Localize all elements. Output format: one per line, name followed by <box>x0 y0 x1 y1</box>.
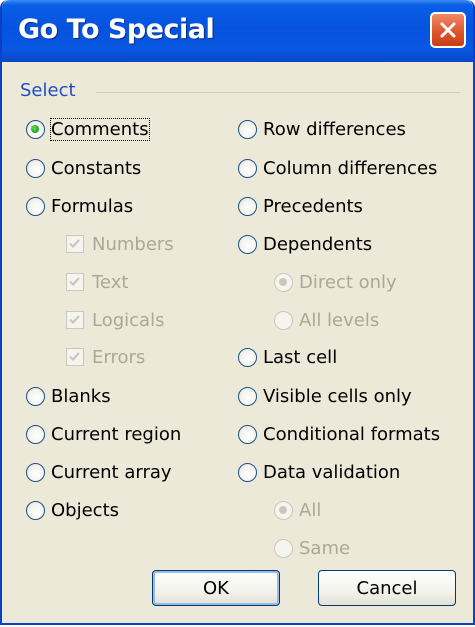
checkbox-text[interactable]: Text <box>66 269 128 295</box>
radio-button[interactable] <box>274 310 293 330</box>
option-visible-cells-only[interactable]: Visible cells only <box>238 383 412 409</box>
cancel-button[interactable]: Cancel <box>318 570 456 606</box>
option-constants[interactable]: Constants <box>26 155 141 181</box>
radio-button[interactable] <box>238 386 257 406</box>
radio-button[interactable] <box>238 119 257 139</box>
checkbox[interactable] <box>66 273 84 291</box>
option-label: Formulas <box>51 195 134 217</box>
option-all-levels[interactable]: All levels <box>274 307 379 333</box>
radio-button[interactable] <box>26 500 45 520</box>
option-label: Text <box>92 271 129 293</box>
checkbox[interactable] <box>66 311 84 329</box>
go-to-special-dialog: Go To Special Select Comments Constants … <box>0 0 475 625</box>
radio-button[interactable] <box>26 462 45 482</box>
radio-button[interactable] <box>238 158 257 178</box>
option-label: Dependents <box>263 233 373 255</box>
option-formulas[interactable]: Formulas <box>26 193 133 219</box>
radio-button[interactable] <box>26 158 45 178</box>
option-validation-all[interactable]: All <box>274 497 321 523</box>
radio-button[interactable] <box>274 538 293 558</box>
option-label: All levels <box>299 309 380 331</box>
option-label: Errors <box>92 346 146 368</box>
option-label: Same <box>299 537 351 559</box>
option-column-differences[interactable]: Column differences <box>238 155 437 181</box>
select-group-label: Select <box>20 80 76 101</box>
option-current-region[interactable]: Current region <box>26 421 181 447</box>
option-objects[interactable]: Objects <box>26 497 119 523</box>
checkbox-numbers[interactable]: Numbers <box>66 231 174 257</box>
option-precedents[interactable]: Precedents <box>238 193 363 219</box>
radio-button[interactable] <box>238 424 257 444</box>
option-conditional-formats[interactable]: Conditional formats <box>238 421 440 447</box>
checkmark-icon <box>69 239 80 249</box>
checkbox-errors[interactable]: Errors <box>66 344 145 370</box>
option-label: Blanks <box>51 385 111 407</box>
option-label: Current region <box>51 423 182 445</box>
option-dependents[interactable]: Dependents <box>238 231 372 257</box>
checkbox[interactable] <box>66 235 84 253</box>
option-label: Logicals <box>92 309 165 331</box>
option-row-differences[interactable]: Row differences <box>238 116 406 142</box>
checkmark-icon <box>69 277 80 287</box>
option-last-cell[interactable]: Last cell <box>238 344 337 370</box>
option-current-array[interactable]: Current array <box>26 459 172 485</box>
radio-button[interactable] <box>274 272 293 292</box>
option-label: Precedents <box>263 195 363 217</box>
option-label: Last cell <box>263 346 338 368</box>
close-button[interactable] <box>430 12 466 48</box>
radio-button[interactable] <box>274 500 293 520</box>
radio-button[interactable] <box>238 347 257 367</box>
radio-button[interactable] <box>238 234 257 254</box>
option-label: Data validation <box>263 461 401 483</box>
option-validation-same[interactable]: Same <box>274 535 350 561</box>
option-label: Numbers <box>92 233 174 255</box>
option-label: Objects <box>51 499 120 521</box>
option-label: Conditional formats <box>263 423 441 445</box>
radio-button[interactable] <box>26 424 45 444</box>
option-comments[interactable]: Comments <box>26 116 150 142</box>
option-label: All <box>299 499 322 521</box>
radio-button[interactable] <box>238 462 257 482</box>
radio-button[interactable] <box>26 386 45 406</box>
checkbox-logicals[interactable]: Logicals <box>66 307 164 333</box>
ok-button[interactable]: OK <box>152 570 280 606</box>
dialog-title: Go To Special <box>18 14 215 45</box>
checkmark-icon <box>69 315 80 325</box>
option-label: Current array <box>51 461 172 483</box>
option-data-validation[interactable]: Data validation <box>238 459 400 485</box>
option-label: Constants <box>51 157 142 179</box>
option-label: Visible cells only <box>263 385 412 407</box>
option-blanks[interactable]: Blanks <box>26 383 111 409</box>
option-label: Comments <box>50 117 150 141</box>
checkmark-icon <box>69 352 80 362</box>
radio-button[interactable] <box>238 196 257 216</box>
checkbox[interactable] <box>66 348 84 366</box>
option-label: Column differences <box>263 157 438 179</box>
close-icon <box>440 22 456 38</box>
radio-button[interactable] <box>26 196 45 216</box>
group-divider <box>96 92 460 93</box>
option-label: Direct only <box>299 271 397 293</box>
title-bar[interactable]: Go To Special <box>2 0 473 62</box>
option-direct-only[interactable]: Direct only <box>274 269 397 295</box>
option-label: Row differences <box>263 118 406 140</box>
radio-button[interactable] <box>26 119 45 139</box>
